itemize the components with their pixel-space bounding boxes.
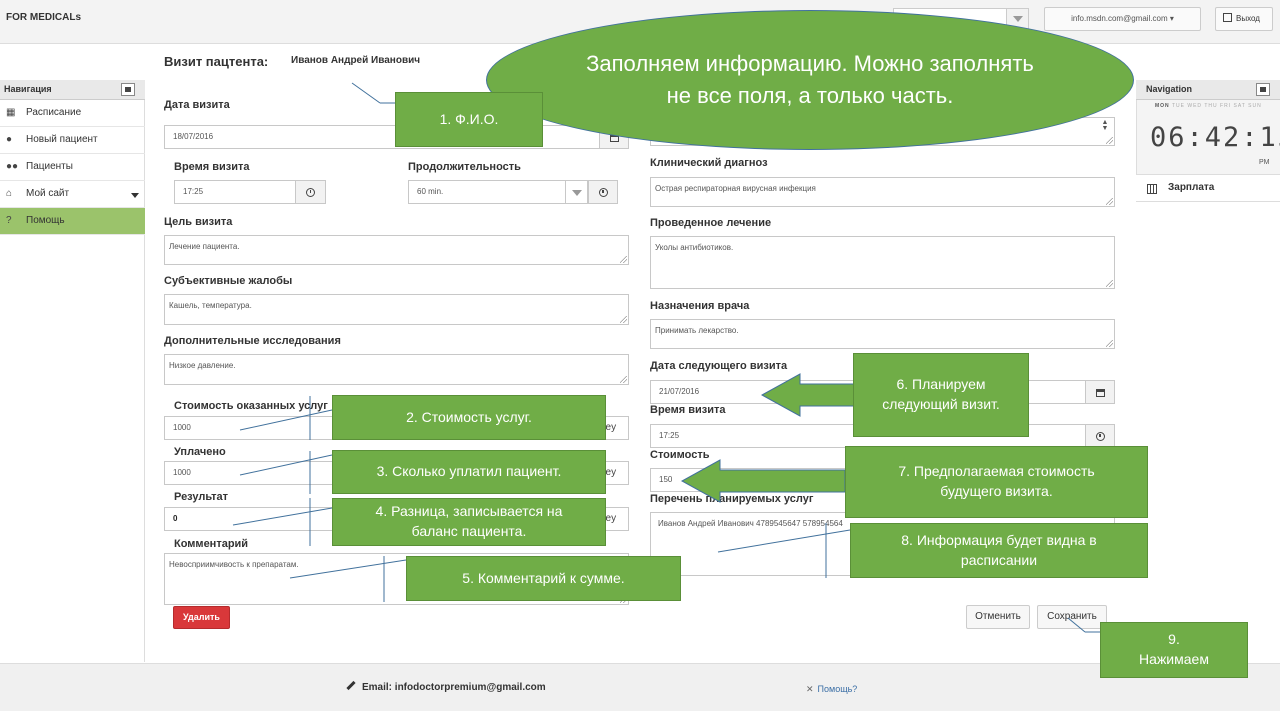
duration-dropdown-button[interactable] [565, 180, 588, 204]
chevron-down-icon [571, 190, 582, 201]
patient-name: Иванов Андрей Иванович [291, 55, 421, 66]
salary-link[interactable]: Зарплата [1136, 174, 1280, 202]
next-visit-time-label: Время визита [650, 404, 726, 416]
annotation-1: 1. Ф.И.О. [395, 92, 543, 147]
next-visit-time-button[interactable] [1085, 424, 1115, 448]
next-cost-label: Стоимость [650, 449, 710, 461]
chevron-down-icon [131, 193, 139, 202]
sidebar-item-label: Новый пациент [26, 134, 98, 145]
cancel-button[interactable]: Отменить [966, 605, 1030, 629]
clock-icon [306, 188, 315, 197]
paid-label: Уплачено [174, 446, 226, 458]
user-menu-button[interactable]: info.msdn.com@gmail.com ▾ [1044, 7, 1201, 31]
page-title: Визит пацтента: [164, 54, 269, 69]
save-button[interactable]: Сохранить [1037, 605, 1107, 629]
annotation-4: 4. Разница, записывается на баланс пацие… [332, 498, 606, 546]
sidebar-item-schedule[interactable]: ▦ Расписание [0, 100, 145, 127]
panel-toggle-icon[interactable] [1256, 83, 1270, 96]
weekday: MON [1155, 103, 1170, 109]
users-icon: ●● [6, 161, 19, 172]
footer-email-text: Email: infodoctorpremium@gmail.com [362, 682, 546, 693]
question-icon: ? [6, 215, 12, 226]
comment-label: Комментарий [174, 538, 249, 550]
barcode-icon [1147, 184, 1157, 194]
sidebar-item-new-patient[interactable]: ● Новый пациент [0, 127, 145, 154]
app-brand: FOR MEDICALs [6, 12, 81, 23]
footer-email: Email: infodoctorpremium@gmail.com [346, 680, 546, 693]
right-panel-title: Navigation [1146, 84, 1193, 94]
weekday-row: MON TUE WED THU FRI SAT SUN [1155, 103, 1262, 109]
duration-clock-button[interactable] [588, 180, 618, 204]
footer-help-link[interactable]: ✕ Помощь? [806, 684, 857, 695]
goal-label: Цель визита [164, 216, 233, 228]
weekday: TUE [1171, 103, 1185, 109]
extra-research-label: Дополнительные исследования [164, 335, 341, 347]
weekday: WED [1187, 103, 1203, 109]
planned-services-label: Перечень планируемых услуг [650, 493, 814, 505]
next-visit-date-label: Дата следующего визита [650, 360, 788, 372]
pencil-icon [346, 680, 356, 691]
calendar-icon: ▦ [6, 107, 16, 118]
treatment-textarea[interactable]: Уколы антибиотиков. [650, 236, 1115, 289]
user-icon: ● [6, 134, 13, 145]
salary-label: Зарплата [1168, 182, 1215, 193]
annotation-3: 3. Сколько уплатил пациент. [332, 450, 606, 494]
logout-icon [1223, 13, 1232, 22]
logout-button[interactable]: Выход [1215, 7, 1273, 31]
sidebar-header: Навигация [0, 80, 145, 100]
weekday: THU [1204, 103, 1218, 109]
annotation-oval: Заполняем информацию. Можно заполнять не… [486, 10, 1134, 150]
calendar-icon [1095, 389, 1105, 397]
weekday: SAT [1233, 103, 1246, 109]
visit-time-input[interactable]: 17:25 [174, 180, 296, 204]
home-icon: ⌂ [6, 188, 13, 199]
annotation-9: 9. Нажимаем [1100, 622, 1248, 678]
annotation-2: 2. Стоимость услуг. [332, 395, 606, 440]
clock-icon [1095, 432, 1105, 441]
clock-icon [598, 188, 608, 197]
delete-button[interactable]: Удалить [173, 606, 230, 629]
result-label: Результат [174, 491, 229, 503]
time-picker-button[interactable] [295, 180, 326, 204]
logout-label: Выход [1236, 14, 1260, 23]
spinner-icon[interactable]: ▲ ▼ [1100, 119, 1110, 134]
sidebar-item-label: Мой сайт [26, 188, 70, 199]
treatment-label: Проведенное лечение [650, 217, 772, 229]
weekday: SUN [1248, 103, 1262, 109]
footer-help-text: Помощь? [817, 684, 858, 694]
clock-ampm: PM [1259, 159, 1270, 166]
footer [0, 663, 1280, 711]
sidebar-title: Навигация [4, 84, 52, 94]
extra-research-textarea[interactable]: Низкое давление. [164, 354, 629, 385]
annotation-7: 7. Предполагаемая стоимость будущего виз… [845, 446, 1148, 518]
prescription-label: Назначения врача [650, 300, 750, 312]
sidebar-item-label: Расписание [26, 107, 82, 118]
annotation-5: 5. Комментарий к сумме. [406, 556, 681, 601]
sidebar-item-help[interactable]: ? Помощь [0, 208, 145, 235]
visit-date-label: Дата визита [164, 99, 230, 111]
visit-time-label: Время визита [174, 161, 250, 173]
goal-textarea[interactable]: Лечение пациента. [164, 235, 629, 265]
weekday: FRI [1220, 103, 1232, 109]
sidebar-item-my-site[interactable]: ⌂ Мой сайт [0, 181, 145, 208]
prescription-textarea[interactable]: Принимать лекарство. [650, 319, 1115, 349]
digital-clock: 06:42:13 [1150, 122, 1280, 153]
diagnosis-label: Клинический диагноз [650, 157, 768, 169]
duration-label: Продолжительность [408, 161, 521, 173]
duration-select[interactable]: 60 min. [408, 180, 566, 204]
sidebar-item-label: Пациенты [26, 161, 73, 172]
complaints-textarea[interactable]: Кашель, температура. [164, 294, 629, 325]
right-panel-header: Navigation [1136, 80, 1280, 100]
tools-icon: ✕ [806, 684, 814, 694]
sidebar-item-patients[interactable]: ●● Пациенты [0, 154, 145, 181]
sidebar-item-label: Помощь [26, 215, 65, 226]
complaints-label: Субъективные жалобы [164, 275, 293, 287]
diagnosis-textarea[interactable]: Острая респираторная вирусная инфекция [650, 177, 1115, 207]
annotation-6: 6. Планируем следующий визит. [853, 353, 1029, 437]
next-visit-calendar-button[interactable] [1085, 380, 1115, 404]
sidebar-toggle-icon[interactable] [121, 83, 135, 96]
cost-label: Стоимость оказанных услуг [174, 400, 328, 412]
annotation-8: 8. Информация будет видна в расписании [850, 523, 1148, 578]
